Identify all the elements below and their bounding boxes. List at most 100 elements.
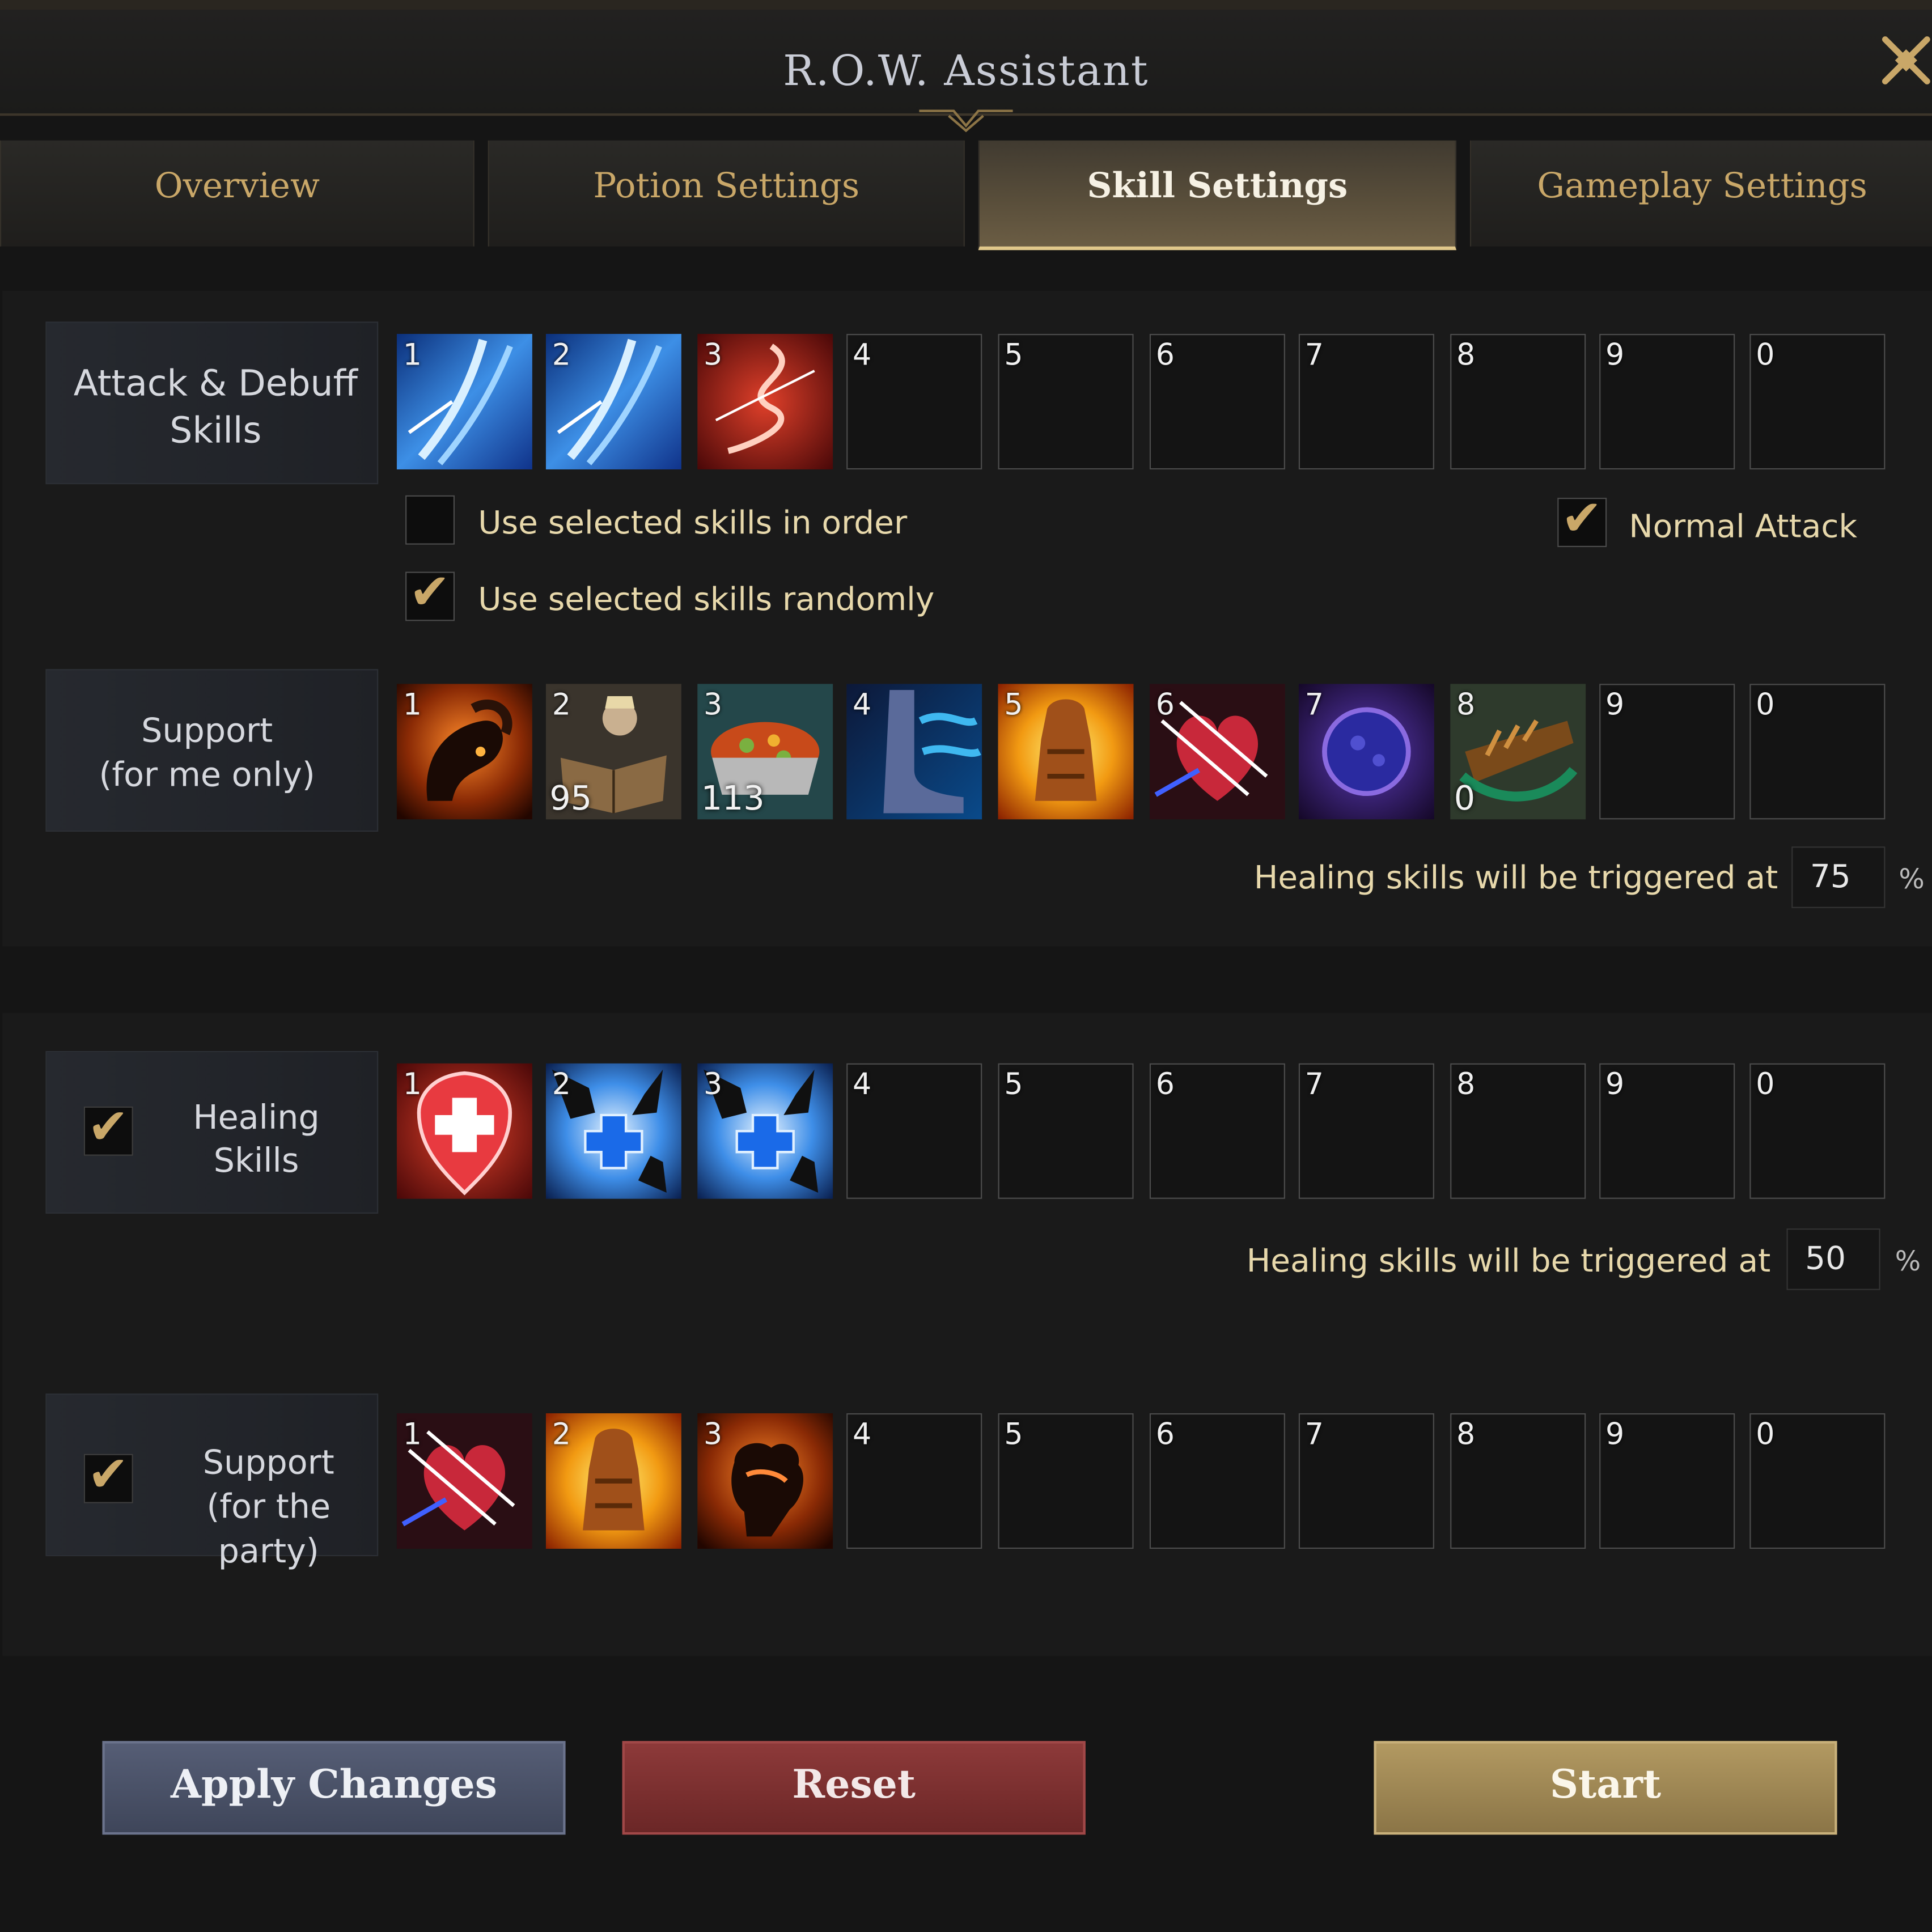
support-me-slot-8[interactable]: 80	[1450, 684, 1586, 820]
support-me-trigger-input[interactable]: 75	[1791, 846, 1886, 908]
support-party-slot-8[interactable]: 8	[1450, 1413, 1586, 1549]
support-party-slot-3[interactable]: 3	[697, 1413, 833, 1549]
support-party-slot-5[interactable]: 5	[998, 1413, 1134, 1549]
support-party-slot-0[interactable]: 0	[1749, 1413, 1886, 1549]
slot-number: 0	[1756, 687, 1775, 722]
attack-slot-9[interactable]: 9	[1599, 334, 1735, 470]
support-party-slot-6[interactable]: 6	[1149, 1413, 1285, 1549]
label-line: Support	[141, 712, 273, 751]
healing-trigger-input[interactable]: 50	[1786, 1228, 1880, 1290]
support-me-slot-9[interactable]: 9	[1599, 684, 1735, 820]
slot-number: 8	[1456, 337, 1476, 372]
use-randomly-checkbox[interactable]: ✔	[405, 564, 455, 621]
attack-slot-4[interactable]: 4	[846, 334, 982, 470]
support-party-label: Support (for the party)	[153, 1442, 385, 1575]
slot-number: 2	[552, 687, 571, 722]
check-icon: ✔	[87, 1099, 129, 1156]
slot-number: 6	[1155, 1067, 1175, 1102]
close-icon[interactable]	[1878, 32, 1932, 89]
tab-label: Gameplay Settings	[1537, 165, 1867, 206]
support-me-slot-0[interactable]: 0	[1749, 684, 1886, 820]
healing-slot-5[interactable]: 5	[998, 1063, 1134, 1199]
attack-slot-0[interactable]: 0	[1749, 334, 1886, 470]
label-line: Support	[202, 1444, 334, 1482]
use-in-order-checkbox[interactable]	[405, 495, 455, 545]
slot-number: 8	[1456, 1067, 1476, 1102]
support-party-slot-2[interactable]: 2	[545, 1413, 681, 1549]
check-icon: ✔	[409, 564, 451, 621]
healing-slot-9[interactable]: 9	[1599, 1063, 1735, 1199]
window-top-strip	[0, 0, 1932, 10]
label-line: (for me only)	[99, 756, 315, 795]
slot-number: 4	[853, 687, 872, 722]
healing-slot-6[interactable]: 6	[1149, 1063, 1285, 1199]
title-ornament-icon	[919, 109, 1013, 133]
slot-number: 5	[1004, 337, 1023, 372]
item-count: 0	[1454, 779, 1476, 819]
healing-slot-4[interactable]: 4	[846, 1063, 982, 1199]
attack-slot-7[interactable]: 7	[1298, 334, 1434, 470]
tab-gameplay-settings[interactable]: Gameplay Settings	[1469, 140, 1932, 247]
healing-label-box: ✔ Healing Skills	[46, 1052, 378, 1213]
window-title: R.O.W. Assistant	[783, 46, 1149, 96]
title-bar: R.O.W. Assistant	[0, 10, 1932, 116]
healing-slot-7[interactable]: 7	[1298, 1063, 1434, 1199]
support-party-slot-4[interactable]: 4	[846, 1413, 982, 1549]
use-in-order-label: Use selected skills in order	[478, 505, 908, 543]
use-randomly-label: Use selected skills randomly	[478, 581, 935, 619]
slot-number: 1	[402, 1067, 422, 1102]
tab-potion-settings[interactable]: Potion Settings	[488, 140, 965, 247]
support-party-enable-checkbox[interactable]: ✔	[83, 1447, 133, 1503]
support-me-slot-2[interactable]: 2 95	[545, 684, 681, 820]
attack-slot-3[interactable]: 3	[697, 334, 833, 470]
normal-attack-label: Normal Attack	[1629, 509, 1858, 546]
label-line: Skills	[170, 409, 262, 451]
healing-slot-3[interactable]: 3	[697, 1063, 833, 1199]
healing-slot-8[interactable]: 8	[1450, 1063, 1586, 1199]
healing-slot-0[interactable]: 0	[1749, 1063, 1886, 1199]
slot-number: 7	[1304, 337, 1324, 372]
slot-number: 9	[1605, 337, 1625, 372]
attack-slot-6[interactable]: 6	[1149, 334, 1285, 470]
support-me-slot-4[interactable]: 4	[846, 684, 982, 820]
slot-number: 1	[402, 1417, 422, 1452]
slot-number: 7	[1304, 1067, 1324, 1102]
slot-number: 0	[1756, 1067, 1775, 1102]
item-count: 113	[701, 779, 765, 819]
tab-label: Skill Settings	[1087, 165, 1348, 206]
healing-slot-2[interactable]: 2	[545, 1063, 681, 1199]
healing-enable-checkbox[interactable]: ✔	[83, 1099, 133, 1156]
healing-slot-1[interactable]: 1	[396, 1063, 532, 1199]
label-line: Attack & Debuff	[73, 362, 358, 404]
slot-number: 5	[1004, 1067, 1023, 1102]
start-label: Start	[1549, 1760, 1662, 1808]
label-line: (for the party)	[206, 1488, 331, 1571]
attack-slot-2[interactable]: 2	[545, 334, 681, 470]
start-button[interactable]: Start	[1374, 1741, 1837, 1835]
support-me-slot-6[interactable]: 6	[1149, 684, 1285, 820]
apply-changes-button[interactable]: Apply Changes	[102, 1741, 566, 1835]
support-me-slot-7[interactable]: 7	[1298, 684, 1434, 820]
slot-number: 4	[853, 1067, 872, 1102]
support-me-slot-5[interactable]: 5	[998, 684, 1134, 820]
support-party-slot-9[interactable]: 9	[1599, 1413, 1735, 1549]
slot-number: 4	[853, 1417, 872, 1452]
reset-button[interactable]: Reset	[622, 1741, 1086, 1835]
support-me-slot-3[interactable]: 3 113	[697, 684, 833, 820]
slot-number: 0	[1756, 337, 1775, 372]
attack-debuff-label-box: Attack & Debuff Skills	[46, 323, 378, 483]
slot-number: 2	[552, 337, 571, 372]
normal-attack-checkbox[interactable]: ✔	[1557, 490, 1607, 548]
attack-slot-1[interactable]: 1	[396, 334, 532, 470]
apply-changes-label: Apply Changes	[171, 1760, 497, 1808]
tab-skill-settings[interactable]: Skill Settings	[978, 140, 1457, 251]
slot-number: 5	[1004, 1417, 1023, 1452]
support-party-slot-1[interactable]: 1	[396, 1413, 532, 1549]
support-party-slot-7[interactable]: 7	[1298, 1413, 1434, 1549]
slot-number: 0	[1756, 1417, 1775, 1452]
check-icon: ✔	[87, 1446, 129, 1503]
tab-overview[interactable]: Overview	[0, 140, 474, 247]
attack-slot-8[interactable]: 8	[1450, 334, 1586, 470]
attack-slot-5[interactable]: 5	[998, 334, 1134, 470]
support-me-slot-1[interactable]: 1	[396, 684, 532, 820]
